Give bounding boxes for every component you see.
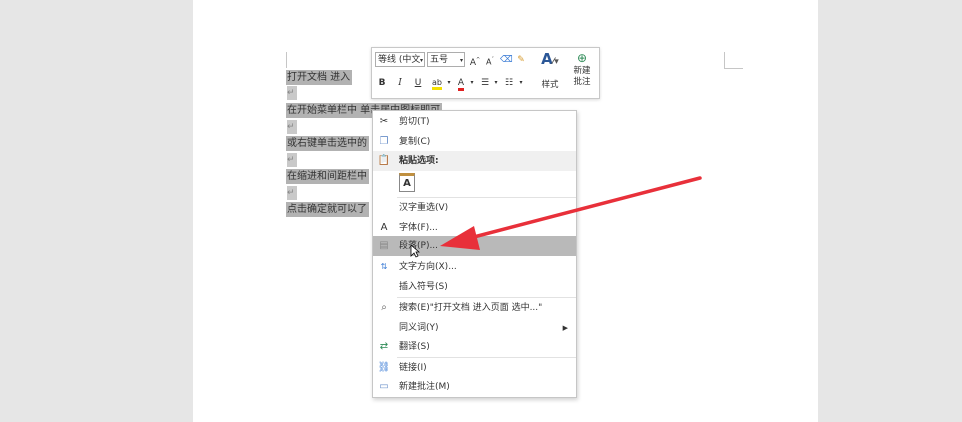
menu-item-label: 同义词(Y) xyxy=(399,323,439,333)
menu-item-reconvert[interactable]: 汉字重选(V) xyxy=(373,198,576,218)
font-color-button[interactable]: A xyxy=(454,76,468,91)
submenu-arrow-icon: ▶ xyxy=(562,324,568,332)
translate-icon: ⇄ xyxy=(379,341,389,352)
menu-item-label: 文字方向(X)... xyxy=(399,262,457,272)
new-comment-label-2: 批注 xyxy=(573,77,591,87)
paragraph-mark: ↵ xyxy=(287,186,297,200)
menu-item-label: 翻译(S) xyxy=(399,342,430,352)
styles-button[interactable]: A⁄▾ 样式 xyxy=(536,49,564,91)
numbering-dropdown[interactable]: ▾ xyxy=(518,76,524,90)
font-name-value: 等线 (中文 xyxy=(378,55,421,65)
numbered-list-icon: ☷ xyxy=(504,78,514,88)
comment-icon: ▭ xyxy=(379,381,389,392)
bullets-dropdown[interactable]: ▾ xyxy=(493,76,499,90)
search-icon: ⌕ xyxy=(381,302,387,313)
doc-line-4[interactable]: 在缩进和间距栏中 xyxy=(286,169,369,184)
menu-item-font[interactable]: A 字体(F)... xyxy=(373,218,576,238)
menu-item-text-direction[interactable]: ⇅ 文字方向(X)... xyxy=(373,257,576,277)
doc-line-5[interactable]: 点击确定就可以了 xyxy=(286,202,369,217)
menu-item-label: 剪切(T) xyxy=(399,117,430,127)
context-menu: ✂ 剪切(T) ❐ 复制(C) 📋 粘贴选项: A 汉字重选(V) A 字体(F… xyxy=(372,110,577,398)
styles-icon: A⁄▾ xyxy=(541,50,559,68)
menu-item-cut[interactable]: ✂ 剪切(T) xyxy=(373,112,576,132)
shrink-font-button[interactable]: Aˇ xyxy=(484,53,496,67)
underline-button[interactable]: U xyxy=(412,76,424,90)
clear-format-icon: ⌫ xyxy=(500,55,513,65)
menu-item-link[interactable]: ⛓ 链接(I) xyxy=(373,358,576,378)
menu-item-synonyms[interactable]: 同义词(Y) ▶ xyxy=(373,318,576,338)
copy-icon: ❐ xyxy=(379,136,389,147)
font-name-select[interactable]: 等线 (中文 ▾ xyxy=(375,52,425,67)
bullet-list-icon: ☰ xyxy=(480,78,490,88)
paragraph-icon: ▤ xyxy=(379,240,389,251)
format-brush-button[interactable]: ✎ xyxy=(515,53,527,67)
new-comment-label-1: 新建 xyxy=(573,66,591,76)
highlight-button[interactable]: ab xyxy=(429,76,445,90)
bold-button[interactable]: B xyxy=(376,76,388,90)
italic-button[interactable]: I xyxy=(394,76,406,90)
menu-header-paste-options: 📋 粘贴选项: xyxy=(373,151,576,171)
menu-item-label: 插入符号(S) xyxy=(399,282,448,292)
paragraph-mark: ↵ xyxy=(287,120,297,134)
menu-item-new-comment[interactable]: ▭ 新建批注(M) xyxy=(373,377,576,397)
numbering-button[interactable]: ☷ xyxy=(502,76,516,90)
doc-line-1[interactable]: 打开文档 进入 xyxy=(286,70,353,85)
menu-item-label: 链接(I) xyxy=(399,363,427,373)
menu-item-paragraph[interactable]: ▤ 段落(P)... xyxy=(373,236,576,256)
format-painter-button[interactable]: ⌫ xyxy=(500,53,513,67)
menu-item-label: 搜索(E)"打开文档 进入页面 选中..." xyxy=(399,303,543,313)
mouse-pointer-icon xyxy=(410,244,420,258)
mini-toolbar: 等线 (中文 ▾ 五号 ▾ A^ Aˇ ⌫ ✎ A⁄▾ 样式 ⊕ 新建 批注 B… xyxy=(371,47,600,99)
chevron-down-icon: ▾ xyxy=(459,57,463,64)
menu-item-translate[interactable]: ⇄ 翻译(S) xyxy=(373,337,576,357)
new-comment-icon: ⊕ xyxy=(576,51,588,65)
font-icon: A xyxy=(380,222,388,233)
margin-corner-right xyxy=(724,52,743,69)
menu-item-label: 粘贴选项: xyxy=(399,156,439,166)
grow-font-button[interactable]: A^ xyxy=(469,53,481,68)
paste-keep-text-only[interactable]: A xyxy=(373,171,576,195)
menu-item-label: 汉字重选(V) xyxy=(399,203,449,213)
menu-item-label: 字体(F)... xyxy=(399,223,438,233)
paragraph-mark: ↵ xyxy=(287,153,297,167)
bullets-button[interactable]: ☰ xyxy=(478,76,492,90)
paragraph-mark: ↵ xyxy=(287,86,297,100)
menu-item-label: 新建批注(M) xyxy=(399,382,450,392)
link-icon: ⛓ xyxy=(377,362,391,373)
margin-corner-left xyxy=(286,52,287,68)
scissors-icon: ✂ xyxy=(379,116,389,127)
font-size-select[interactable]: 五号 ▾ xyxy=(427,52,465,67)
new-comment-button[interactable]: ⊕ 新建 批注 xyxy=(568,50,596,88)
brush-icon: ✎ xyxy=(517,55,525,65)
menu-item-search[interactable]: ⌕ 搜索(E)"打开文档 进入页面 选中..." xyxy=(373,298,576,318)
chevron-down-icon: ▾ xyxy=(419,57,423,64)
highlight-icon: ab xyxy=(432,78,442,90)
text-direction-icon: ⇅ xyxy=(380,262,388,271)
menu-item-label: 复制(C) xyxy=(399,137,431,147)
font-color-dropdown[interactable]: ▾ xyxy=(469,76,475,90)
menu-item-copy[interactable]: ❐ 复制(C) xyxy=(373,132,576,152)
doc-line-3[interactable]: 或右键单击选中的 xyxy=(286,136,369,151)
font-color-icon: A xyxy=(457,78,465,91)
menu-item-insert-symbol[interactable]: 插入符号(S) xyxy=(373,277,576,297)
highlight-dropdown[interactable]: ▾ xyxy=(446,76,452,90)
font-size-value: 五号 xyxy=(430,55,449,65)
clipboard-icon: 📋 xyxy=(377,155,391,166)
styles-label: 样式 xyxy=(541,80,559,90)
paste-text-only-icon: A xyxy=(399,173,415,192)
